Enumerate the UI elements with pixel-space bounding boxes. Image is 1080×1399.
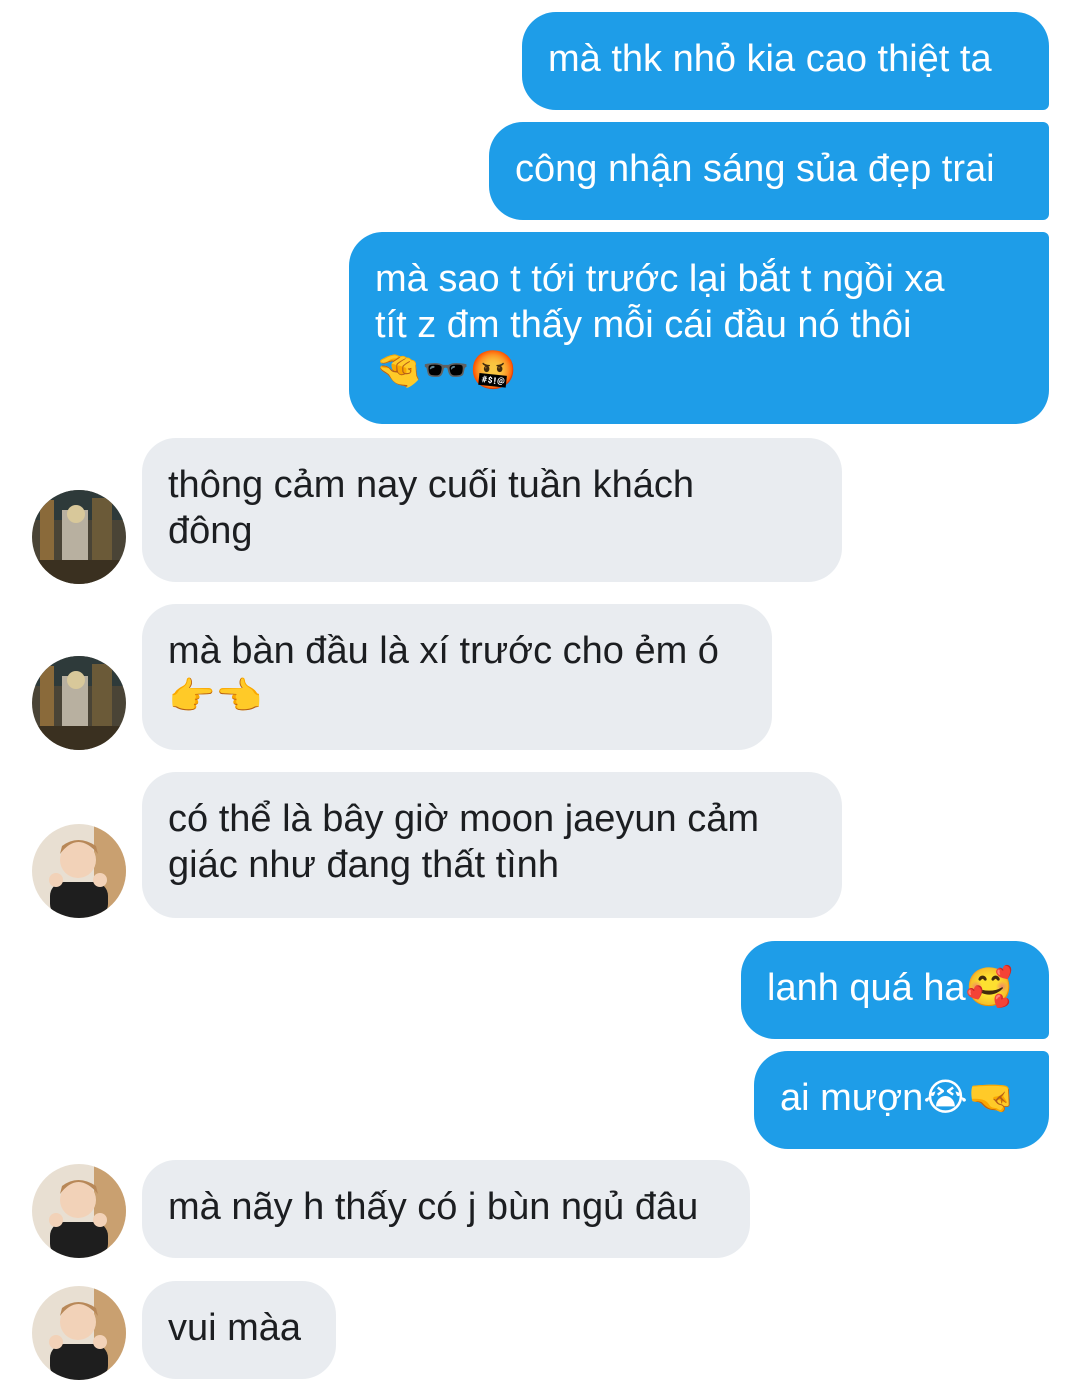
person-photo-icon (32, 1164, 126, 1258)
street-photo-icon (32, 656, 126, 750)
incoming-message-bubble[interactable]: vui màa (142, 1281, 336, 1379)
incoming-message-bubble[interactable]: mà nãy h thấy có j bùn ngủ đâu (142, 1160, 750, 1258)
outgoing-message-bubble[interactable]: công nhận sáng sủa đẹp trai (489, 122, 1049, 220)
contact-avatar-person[interactable] (32, 1286, 126, 1380)
outgoing-message-bubble[interactable]: mà sao t tới trước lại bắt t ngồi xa tít… (349, 232, 1049, 424)
outgoing-message-bubble[interactable]: ai mượn😭🤜 (754, 1051, 1049, 1149)
street-photo-icon (32, 490, 126, 584)
contact-avatar-person[interactable] (32, 1164, 126, 1258)
outgoing-message-bubble[interactable]: mà thk nhỏ kia cao thiệt ta (522, 12, 1049, 110)
incoming-message-bubble[interactable]: mà bàn đầu là xí trước cho ẻm ó 👉👈 (142, 604, 772, 750)
person-photo-icon (32, 1286, 126, 1380)
incoming-message-bubble[interactable]: thông cảm nay cuối tuần khách đông (142, 438, 842, 582)
contact-avatar-street[interactable] (32, 490, 126, 584)
chat-thread: mà thk nhỏ kia cao thiệt ta công nhận sá… (0, 0, 1080, 1399)
outgoing-message-bubble[interactable]: lanh quá ha🥰 (741, 941, 1049, 1039)
incoming-message-bubble[interactable]: có thể là bây giờ moon jaeyun cảm giác n… (142, 772, 842, 918)
contact-avatar-person[interactable] (32, 824, 126, 918)
person-photo-icon (32, 824, 126, 918)
contact-avatar-street[interactable] (32, 656, 126, 750)
